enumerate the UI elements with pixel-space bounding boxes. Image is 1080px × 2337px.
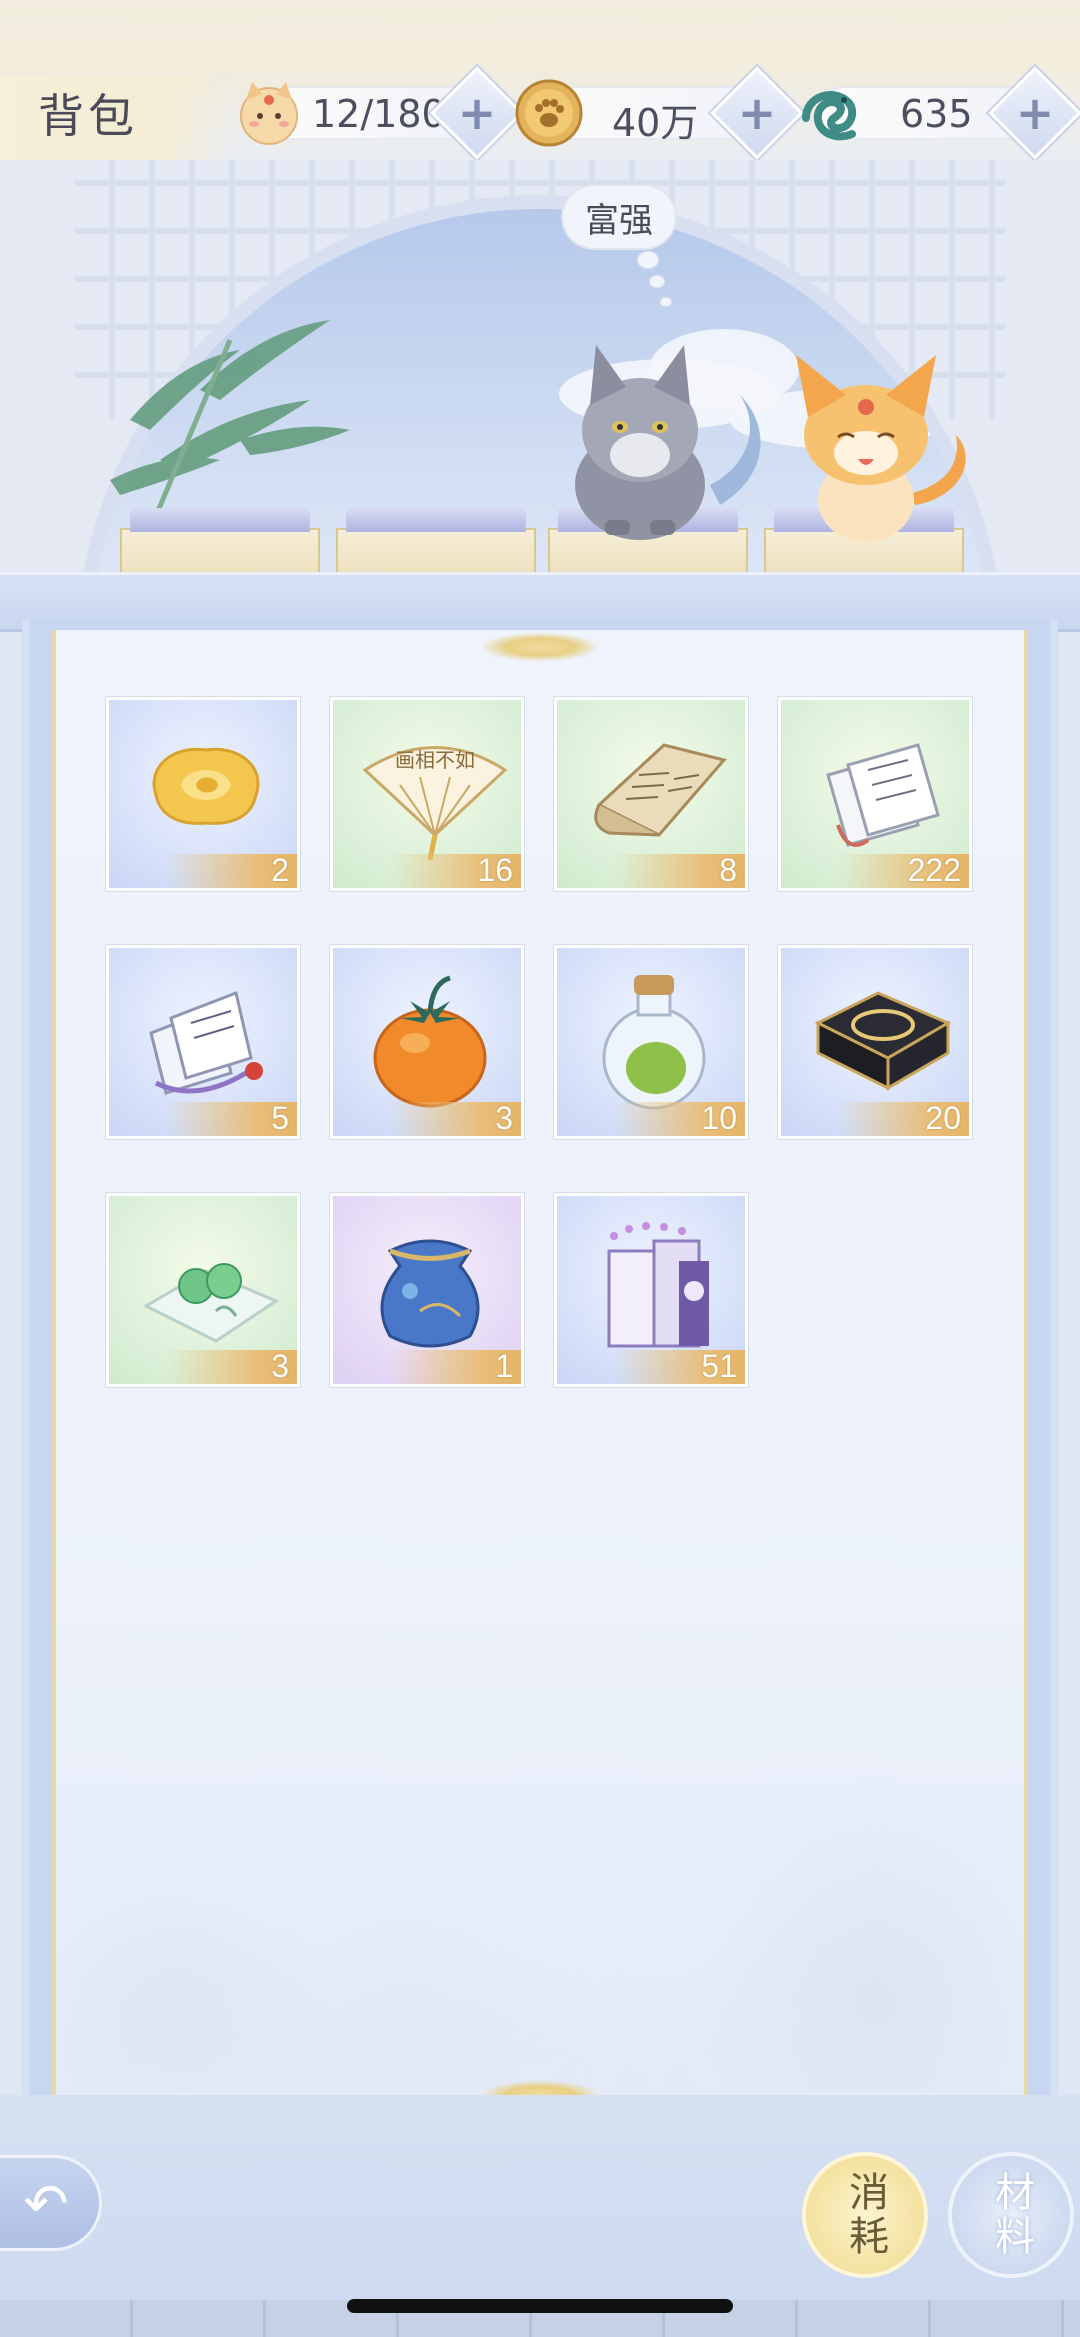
cat-face-icon	[234, 78, 304, 148]
back-button[interactable]: ↶	[0, 2155, 102, 2251]
inventory-slot[interactable]: 51	[554, 1193, 748, 1387]
inventory-slot[interactable]: 10	[554, 945, 748, 1139]
item-count: 222	[907, 852, 961, 888]
bamboo-decoration	[110, 320, 350, 530]
grey-cat-pet[interactable]	[560, 335, 780, 549]
inventory-slot[interactable]: 3	[330, 945, 524, 1139]
bubble-dot	[650, 276, 664, 287]
item-count: 20	[925, 1100, 961, 1136]
tab-consumables[interactable]: 消耗	[802, 2152, 928, 2278]
paw-coin-icon	[514, 78, 584, 148]
home-indicator[interactable]	[347, 2299, 733, 2313]
item-count: 2	[271, 852, 289, 888]
item-count: 51	[701, 1348, 737, 1384]
coin-value: 40万	[612, 101, 699, 145]
jade-dragon-icon	[794, 78, 864, 148]
music-score-books-icon	[607, 1222, 709, 1348]
bubble-dot	[638, 252, 658, 268]
pet-thought-bubble: 富强	[563, 186, 675, 248]
blue-pouch-icon	[380, 1239, 480, 1348]
svg-text:画相不如: 画相不如	[395, 748, 475, 772]
fox-pet[interactable]	[786, 355, 986, 549]
inventory-slot[interactable]: 画相不如 16	[330, 697, 524, 891]
golden-rose-icon	[152, 747, 260, 825]
inventory-slot[interactable]: 20	[778, 945, 972, 1139]
inventory-slot[interactable]: 5	[106, 945, 300, 1139]
persimmon-fruit-icon	[373, 975, 487, 1108]
black-gift-box-icon	[814, 991, 952, 1091]
plus-icon: +	[1015, 86, 1055, 140]
letter-pages-icon	[826, 743, 940, 847]
lotus-ornament-top	[480, 632, 600, 662]
folding-fan-icon: 画相不如	[362, 746, 508, 861]
plus-icon: +	[457, 86, 497, 140]
back-arrow-icon: ↶	[23, 2171, 69, 2235]
inventory-slot[interactable]: 222	[778, 697, 972, 891]
potion-bottle-icon	[602, 975, 706, 1110]
inventory-slot[interactable]: 3	[106, 1193, 300, 1387]
plus-icon: +	[737, 86, 777, 140]
tab-materials[interactable]: 材料	[948, 2152, 1074, 2278]
inventory-slot[interactable]: 1	[330, 1193, 524, 1387]
item-count: 5	[271, 1100, 289, 1136]
talisman-pages-icon	[149, 990, 263, 1095]
bubble-dot	[661, 298, 671, 306]
item-count: 3	[495, 1100, 513, 1136]
inventory-slot[interactable]: 2	[106, 697, 300, 891]
capacity-value: 12/180	[312, 92, 446, 136]
item-count: 10	[701, 1100, 737, 1136]
page-title: 背包	[38, 89, 138, 143]
item-count: 1	[495, 1348, 513, 1384]
inventory-slot[interactable]: 8	[554, 697, 748, 891]
item-count: 3	[271, 1348, 289, 1384]
mountain-backdrop	[56, 1700, 1024, 2090]
item-count: 16	[477, 852, 513, 888]
scroll-book-icon	[594, 743, 727, 837]
jade-beads-cloth-icon	[142, 1263, 280, 1343]
jade-value: 635	[900, 92, 973, 136]
item-count: 8	[719, 852, 737, 888]
